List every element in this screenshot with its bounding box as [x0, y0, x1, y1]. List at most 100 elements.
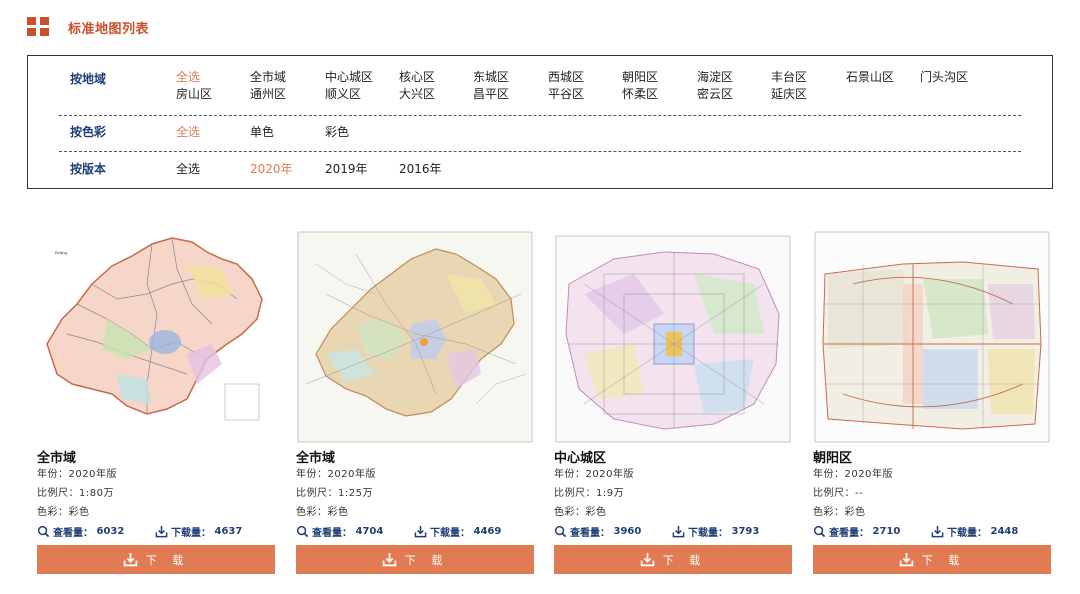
magnifier-icon	[813, 525, 826, 538]
magnifier-icon	[554, 525, 567, 538]
download-tray-icon	[123, 553, 137, 567]
download-label: 下载量：	[947, 528, 987, 539]
view-value: 3960	[613, 526, 642, 537]
download-button-label: 下 载	[404, 553, 449, 567]
map-thumbnail[interactable]: Beijing	[37, 224, 275, 444]
download-count: 下载量： 3793	[672, 524, 759, 539]
download-button[interactable]: 下 载	[37, 545, 275, 574]
region-option[interactable]: 石景山区	[846, 68, 894, 85]
region-option[interactable]: 顺义区	[325, 85, 361, 102]
color-option-all[interactable]: 全选	[176, 123, 200, 140]
card-scale: 比例尺：1:80万	[37, 488, 114, 499]
region-option[interactable]: 海淀区	[697, 68, 733, 85]
download-tray-icon	[931, 525, 944, 538]
filter-panel: 按地域 全选 全市域 中心城区 核心区 东城区 西城区 朝阳区 海淀区 丰台区 …	[27, 55, 1053, 189]
card-stats: 查看量： 2710 下载量： 2448	[813, 524, 1051, 539]
card-color: 色彩：彩色	[813, 507, 866, 518]
download-count: 下载量： 4637	[155, 524, 242, 539]
card-color: 色彩：彩色	[37, 507, 90, 518]
region-option[interactable]: 平谷区	[548, 85, 584, 102]
download-tray-icon	[155, 525, 168, 538]
grid-icon	[27, 17, 49, 37]
region-option[interactable]: 昌平区	[473, 85, 509, 102]
download-button[interactable]: 下 载	[296, 545, 534, 574]
region-option[interactable]: 延庆区	[771, 85, 807, 102]
view-label: 查看量：	[53, 528, 93, 539]
download-label: 下载量：	[430, 528, 470, 539]
region-option[interactable]: 朝阳区	[622, 68, 658, 85]
card-title: 全市域	[37, 451, 77, 466]
card-color: 色彩：彩色	[296, 507, 349, 518]
card-scale: 比例尺：--	[813, 488, 864, 499]
region-option[interactable]: 中心城区	[325, 68, 373, 85]
card-year: 年份：2020年版	[813, 469, 893, 480]
filter-label-region: 按地域	[70, 72, 107, 86]
download-button-label: 下 载	[145, 553, 190, 567]
region-option-all[interactable]: 全选	[176, 68, 200, 85]
view-count: 查看量： 2710	[813, 524, 900, 539]
edition-option-all[interactable]: 全选	[176, 160, 200, 177]
region-option[interactable]: 门头沟区	[920, 68, 968, 85]
card-scale: 比例尺：1:9万	[554, 488, 625, 499]
card-title: 全市域	[296, 451, 336, 466]
card-scale: 比例尺：1:25万	[296, 488, 373, 499]
region-option[interactable]: 核心区	[399, 68, 435, 85]
region-option[interactable]: 密云区	[697, 85, 733, 102]
view-label: 查看量：	[312, 528, 352, 539]
card-year: 年份：2020年版	[554, 469, 634, 480]
edition-option-2016[interactable]: 2016年	[399, 160, 442, 177]
map-thumbnail[interactable]	[296, 224, 534, 444]
region-option[interactable]: 通州区	[250, 85, 286, 102]
view-count: 查看量： 3960	[554, 524, 641, 539]
map-thumbnail[interactable]	[813, 224, 1051, 444]
card-stats: 查看量： 4704 下载量： 4469	[296, 524, 534, 539]
view-value: 4704	[355, 526, 384, 537]
download-count: 下载量： 4469	[414, 524, 501, 539]
edition-option-2020[interactable]: 2020年	[250, 160, 293, 177]
download-button[interactable]: 下 载	[813, 545, 1051, 574]
download-tray-icon	[382, 553, 396, 567]
download-tray-icon	[672, 525, 685, 538]
filter-label-edition: 按版本	[70, 162, 107, 176]
download-tray-icon	[899, 553, 913, 567]
view-value: 2710	[872, 526, 901, 537]
svg-text:Beijing: Beijing	[55, 250, 67, 255]
card-stats: 查看量： 3960 下载量： 3793	[554, 524, 792, 539]
filter-row-edition: 按版本 全选 2020年 2019年 2016年	[59, 152, 1021, 190]
page-title: 标准地图列表	[68, 21, 150, 37]
map-thumbnail[interactable]	[554, 224, 792, 444]
download-value: 2448	[990, 526, 1019, 537]
page-header: 标准地图列表	[27, 14, 149, 40]
card-color: 色彩：彩色	[554, 507, 607, 518]
download-tray-icon	[414, 525, 427, 538]
color-option-color[interactable]: 彩色	[325, 123, 349, 140]
region-option[interactable]: 丰台区	[771, 68, 807, 85]
region-option[interactable]: 怀柔区	[622, 85, 658, 102]
view-count: 查看量： 4704	[296, 524, 383, 539]
region-option[interactable]: 西城区	[548, 68, 584, 85]
edition-option-2019[interactable]: 2019年	[325, 160, 368, 177]
view-label: 查看量：	[829, 528, 869, 539]
card-year: 年份：2020年版	[296, 469, 376, 480]
color-option-mono[interactable]: 单色	[250, 123, 274, 140]
filter-row-region: 按地域 全选 全市域 中心城区 核心区 东城区 西城区 朝阳区 海淀区 丰台区 …	[59, 68, 1021, 116]
region-option[interactable]: 东城区	[473, 68, 509, 85]
filter-label-color: 按色彩	[70, 125, 107, 139]
filter-row-color: 按色彩 全选 单色 彩色	[59, 116, 1021, 152]
region-option[interactable]: 全市域	[250, 68, 286, 85]
magnifier-icon	[37, 525, 50, 538]
download-label: 下载量：	[688, 528, 728, 539]
card-stats: 查看量： 6032 下载量： 4637	[37, 524, 275, 539]
download-value: 3793	[731, 526, 760, 537]
view-label: 查看量：	[570, 528, 610, 539]
download-count: 下载量： 2448	[931, 524, 1018, 539]
card-title: 中心城区	[554, 451, 607, 466]
download-value: 4637	[214, 526, 243, 537]
view-count: 查看量： 6032	[37, 524, 124, 539]
download-button-label: 下 载	[921, 553, 966, 567]
region-option[interactable]: 大兴区	[399, 85, 435, 102]
download-button-label: 下 载	[662, 553, 707, 567]
download-label: 下载量：	[171, 528, 211, 539]
region-option[interactable]: 房山区	[176, 85, 212, 102]
download-button[interactable]: 下 载	[554, 545, 792, 574]
